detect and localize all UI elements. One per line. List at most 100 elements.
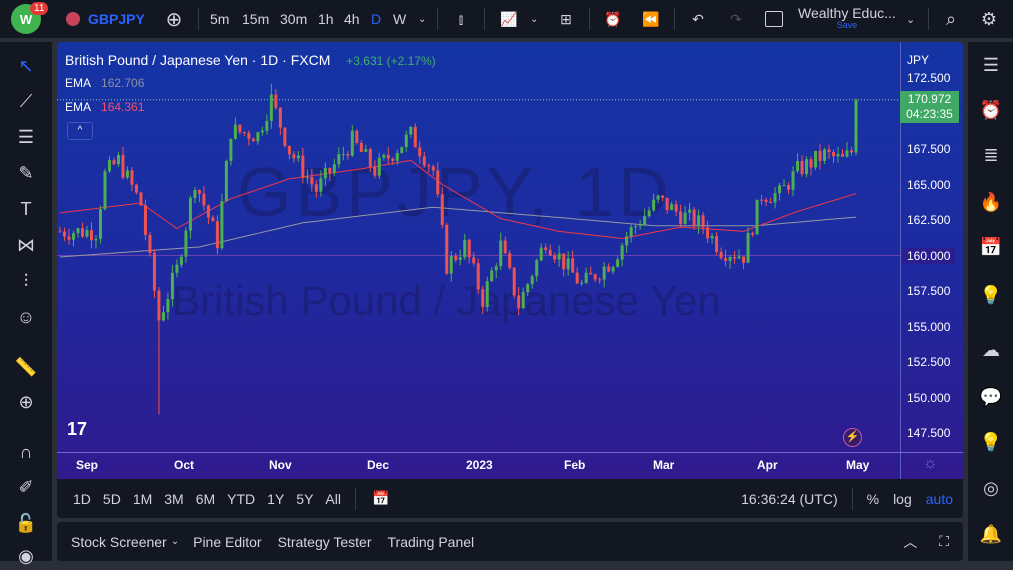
ema-slow-legend[interactable]: EMA 162.706 — [65, 76, 144, 90]
cursor-icon[interactable]: ↖ — [12, 52, 40, 80]
fib-icon[interactable]: ☰ — [12, 123, 40, 151]
chart-area[interactable]: GBPJPY, 1D British Pound / Japanese Yen … — [57, 42, 963, 479]
candle-up — [566, 258, 570, 270]
chevron-down-icon[interactable]: ⌄ — [418, 0, 426, 38]
range-all[interactable]: All — [325, 491, 341, 507]
candle-up — [256, 132, 260, 142]
range-1m[interactable]: 1M — [133, 491, 152, 507]
candle-down — [593, 274, 597, 280]
bottom-panel: Stock Screener ⌄ Pine Editor Strategy Te… — [57, 522, 963, 561]
interval-5m[interactable]: 5m — [210, 0, 229, 38]
tab-trading-panel[interactable]: Trading Panel — [388, 534, 475, 550]
chevron-down-icon[interactable]: ⌄ — [906, 0, 915, 38]
currency-selector[interactable]: JPY — [907, 53, 929, 67]
brush-icon[interactable]: ✎ — [12, 159, 40, 187]
alarm-clock-icon[interactable]: ⏰ — [976, 95, 1006, 125]
search-icon[interactable]: ⌕ — [940, 0, 962, 38]
lock-drawing-icon[interactable]: ✐ — [12, 473, 40, 501]
lightning-icon[interactable]: ⚡ — [843, 428, 862, 447]
replay-icon[interactable]: ⏪ — [640, 0, 662, 38]
chevron-down-icon[interactable]: ⌄ — [530, 0, 538, 38]
candle-down — [445, 224, 449, 274]
chevron-down-icon[interactable]: ⌄ — [171, 536, 179, 547]
gear-icon[interactable]: ⚙ — [978, 0, 1000, 38]
magnet-icon[interactable]: ∩ — [12, 438, 40, 466]
candle-down — [800, 160, 804, 175]
data-window-icon[interactable]: ≣ — [976, 140, 1006, 170]
candle-down — [139, 192, 143, 206]
candle-down — [476, 263, 480, 290]
range-1y[interactable]: 1Y — [267, 491, 284, 507]
add-symbol-icon[interactable]: ⊕ — [162, 0, 186, 38]
candle-up — [526, 284, 530, 293]
candle-up — [332, 164, 336, 173]
auto-toggle[interactable]: auto — [926, 491, 953, 507]
layout-name[interactable]: Wealthy Educ... Save — [798, 0, 896, 38]
log-toggle[interactable]: log — [893, 491, 912, 507]
logo-avatar[interactable]: W 11 — [10, 0, 49, 38]
interval-30m[interactable]: 30m — [280, 0, 307, 38]
candle-up — [220, 201, 224, 249]
candle-up — [625, 236, 629, 246]
notifications-icon[interactable]: 🔔 — [976, 519, 1006, 549]
settings-sun-icon[interactable]: ☼ — [923, 455, 938, 473]
tab-pine-editor[interactable]: Pine Editor — [193, 534, 261, 550]
ruler-icon[interactable]: 📏 — [12, 353, 40, 381]
pattern-icon[interactable]: ⋈ — [12, 231, 40, 259]
save-label[interactable]: Save — [837, 19, 858, 31]
calendar-icon[interactable]: 📅 — [976, 232, 1006, 262]
maximize-panel-icon[interactable]: ⛶ — [939, 533, 949, 550]
candle-up — [382, 154, 386, 158]
ema-fast-legend[interactable]: EMA 164.361 — [65, 100, 144, 114]
undo-icon[interactable]: ↶ — [688, 0, 708, 38]
chat-cloud-icon[interactable]: ☁ — [976, 335, 1006, 365]
zoom-in-icon[interactable]: ⊕ — [12, 388, 40, 416]
indicators-icon[interactable]: 📈 — [498, 0, 520, 38]
emoji-icon[interactable]: ☺ — [12, 303, 40, 331]
tab-stock-screener[interactable]: Stock Screener — [71, 534, 167, 550]
trendline-icon[interactable]: ⟋ — [12, 87, 40, 115]
eye-icon[interactable]: ◉ — [12, 542, 40, 570]
interval-1h[interactable]: 1h — [318, 0, 334, 38]
layout-grid-icon[interactable]: ⊞ — [556, 0, 576, 38]
range-1d[interactable]: 1D — [73, 491, 91, 507]
range-3m[interactable]: 3M — [164, 491, 183, 507]
range-ytd[interactable]: YTD — [227, 491, 255, 507]
fullscreen-icon[interactable] — [764, 0, 784, 38]
interval-4h[interactable]: 4h — [344, 0, 360, 38]
text-icon[interactable]: T — [12, 195, 40, 223]
hotlist-icon[interactable]: 🔥 — [976, 187, 1006, 217]
interval-15m[interactable]: 15m — [242, 0, 269, 38]
watchlist-icon[interactable]: ☰ — [976, 50, 1006, 80]
tab-strategy-tester[interactable]: Strategy Tester — [278, 534, 372, 550]
chat-icon[interactable]: 💬 — [976, 382, 1006, 412]
percent-toggle[interactable]: % — [867, 491, 879, 507]
candle-up — [580, 282, 584, 284]
clock-time[interactable]: 16:36:24 (UTC) — [741, 491, 837, 507]
candle-down — [413, 126, 417, 148]
alert-add-icon[interactable]: ⏰ — [602, 0, 624, 38]
forecast-icon[interactable]: ⫶ — [12, 267, 40, 295]
range-5d[interactable]: 5D — [103, 491, 121, 507]
collapse-panel-icon[interactable]: ︿ — [903, 532, 917, 552]
interval-w[interactable]: W — [393, 0, 406, 38]
goto-date-icon[interactable]: 📅 — [372, 490, 389, 507]
symbol-search[interactable]: GBPJPY — [88, 0, 145, 38]
divider — [851, 487, 853, 510]
collapse-legend-button[interactable]: ^ — [67, 122, 93, 140]
streams-icon[interactable]: 💡 — [976, 427, 1006, 457]
candle-down — [130, 170, 134, 185]
candles-icon[interactable]: ⫾ — [451, 0, 471, 38]
broadcast-icon[interactable]: ◎ — [976, 473, 1006, 503]
ideas-icon[interactable]: 💡 — [976, 280, 1006, 310]
candle-down — [134, 184, 138, 193]
candle-up — [107, 160, 111, 172]
candle-up — [647, 210, 651, 217]
redo-icon[interactable]: ↷ — [726, 0, 746, 38]
candle-up — [782, 185, 786, 187]
interval-d[interactable]: D — [371, 0, 381, 38]
range-5y[interactable]: 5Y — [296, 491, 313, 507]
lock-icon[interactable]: 🔓 — [12, 509, 40, 537]
drawing-toolbar: ↖ ⟋ ☰ ✎ T ⋈ ⫶ ☺ 📏 ⊕ ∩ ✐ 🔓 ◉ — [0, 42, 52, 566]
range-6m[interactable]: 6M — [196, 491, 215, 507]
